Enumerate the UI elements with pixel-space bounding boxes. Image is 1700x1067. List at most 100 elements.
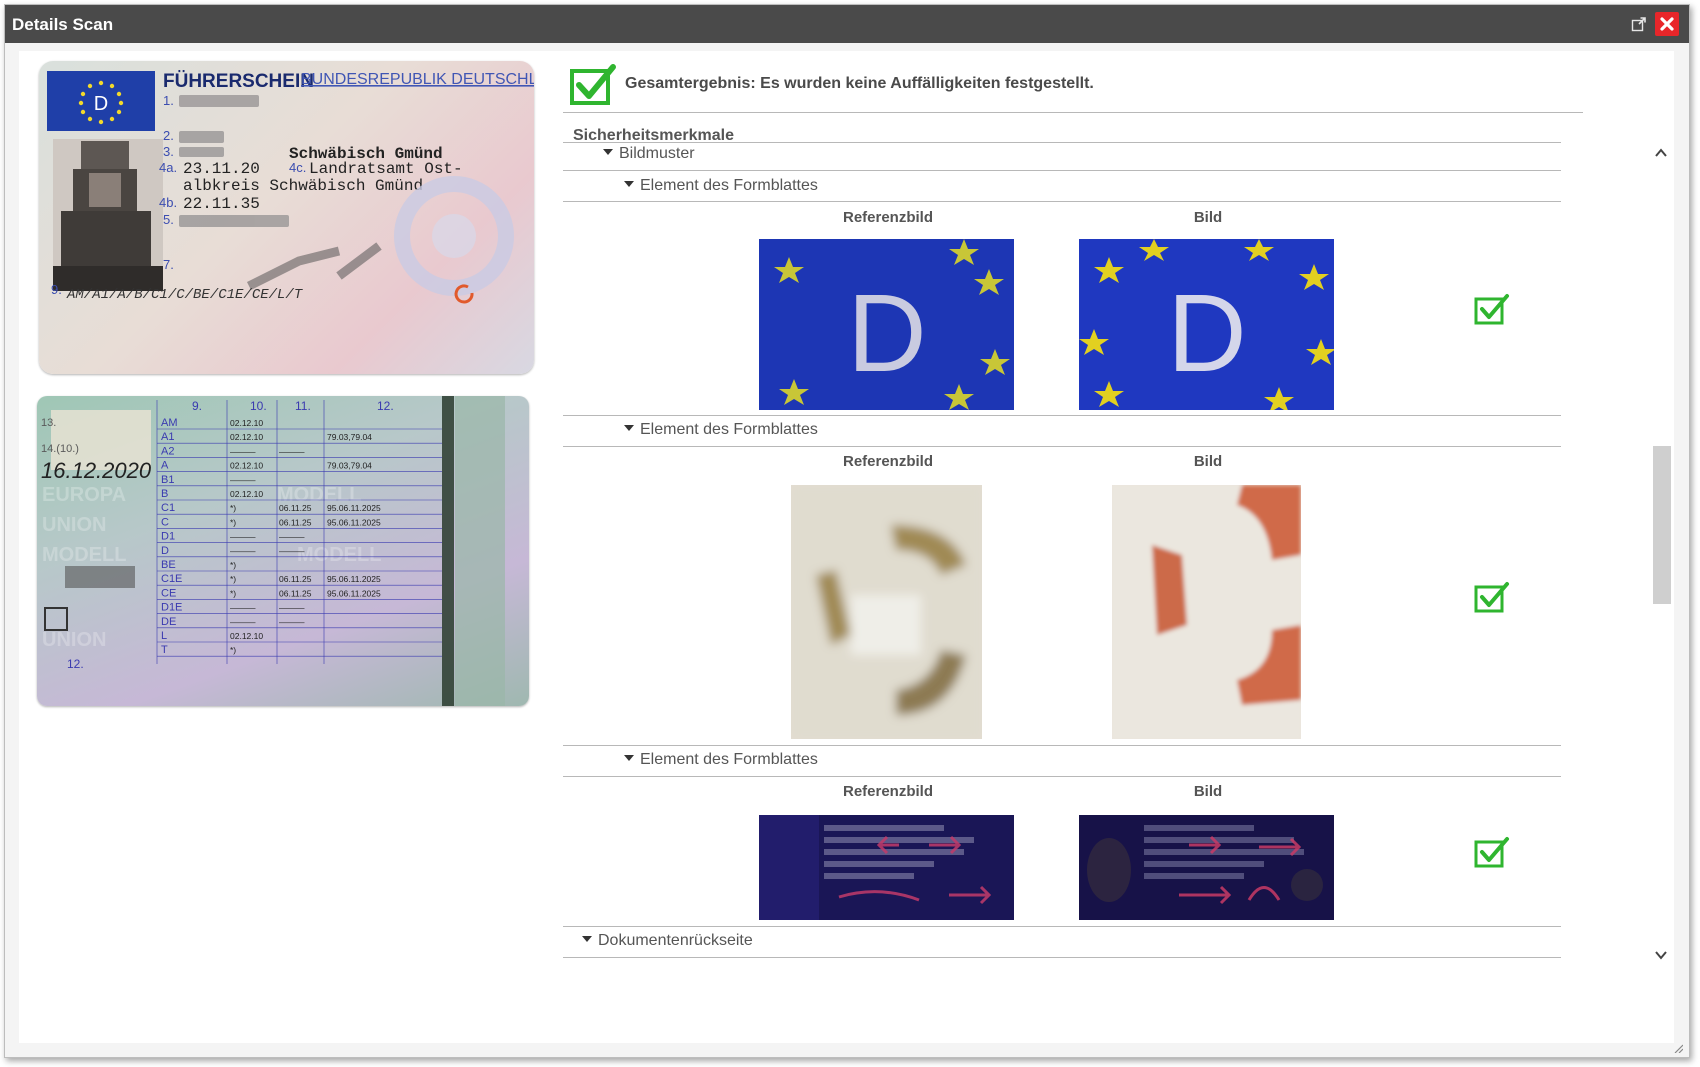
table-cell: ——— [230,603,256,613]
vertical-scrollbar[interactable] [1650,143,1672,1035]
table-cell: D1E [161,602,182,614]
tree-node-element-3[interactable]: Element des Formblattes [624,751,818,769]
svg-text:10.: 10. [250,399,267,413]
table-cell: C [161,516,169,528]
svg-text:12.: 12. [67,657,84,671]
svg-text:9.: 9. [51,282,62,297]
document-back-image: EUROPA UNION MODELL UNION MODELL MODELL 13. … [37,396,529,706]
svg-text:9.: 9. [192,399,202,413]
table-cell: 06.11.25 [279,517,312,527]
table-cell: 02.12.10 [230,489,263,499]
divider [563,415,1561,416]
document-front-image: D FÜHRERSCHEIN BUNDESREPUBLIK DEUTSCHLAN… [39,61,534,374]
tree-node-element-2[interactable]: Element des Formblattes [624,421,818,439]
close-icon [1660,17,1674,31]
reference-image-label: Referenzbild [842,209,933,226]
table-cell: 95.06.11.2025 [327,517,381,527]
table-cell: 79.03,79.04 [327,432,372,442]
table-cell: T [161,644,168,656]
svg-text:EUROPA: EUROPA [42,484,126,506]
table-cell: C1E [161,573,182,585]
table-cell: ——— [230,475,256,485]
table-cell: ——— [230,446,256,456]
table-cell: ——— [279,546,305,556]
table-cell: A2 [161,445,174,457]
holder-photo [53,139,163,291]
scan-image-label: Bild [1193,453,1223,470]
scroll-down-icon[interactable] [1654,948,1668,962]
svg-text:14.(10.): 14.(10.) [41,443,79,455]
scan-image-2 [1112,485,1301,739]
divider [563,170,1561,171]
svg-text:albkreis Schwäbisch Gmünd: albkreis Schwäbisch Gmünd [183,177,423,195]
svg-text:D: D [847,272,926,395]
country-name: BUNDESREPUBLIK DEUTSCHLAND [301,71,534,88]
table-cell: *) [230,645,236,655]
table-cell: 95.06.11.2025 [327,588,381,598]
table-cell: 06.11.25 [279,503,312,513]
check-ok-icon [1474,582,1509,613]
svg-text:13.: 13. [41,417,56,429]
table-cell: AM [161,417,178,429]
table-cell: D1 [161,531,175,543]
details-scan-window: Details Scan D FÜHRERSCHEIN BUNDESREPUBL… [4,4,1690,1058]
svg-text:4b.: 4b. [159,195,177,210]
divider [563,446,1561,447]
svg-text:11.: 11. [295,399,311,413]
scan-image-label: Bild [1193,209,1223,226]
tree-node-dokumentenrueckseite[interactable]: Dokumentenrückseite [582,932,753,950]
reference-image-3 [759,815,1014,920]
table-cell: 95.06.11.2025 [327,503,381,513]
close-button[interactable] [1655,12,1679,36]
tree-node-element-1[interactable]: Element des Formblattes [624,177,818,195]
svg-text:D: D [1167,272,1246,395]
divider [563,745,1561,746]
reference-image-label: Referenzbild [842,783,933,800]
svg-text:7.: 7. [163,257,174,272]
scan-image-1: D [1079,239,1334,410]
checkbox-checked-icon [570,64,616,105]
table-cell: 02.12.10 [230,432,263,442]
svg-text:UNION: UNION [42,629,106,651]
table-cell: CE [161,587,176,599]
check-ok-icon [1474,294,1509,325]
divider [563,776,1561,777]
scroll-up-icon[interactable] [1654,146,1668,160]
license-heading: FÜHRERSCHEIN [163,71,314,92]
country-code: D [94,93,108,115]
table-cell: DE [161,616,176,628]
table-cell: ——— [230,546,256,556]
table-cell: 06.11.25 [279,588,312,598]
svg-text:2.: 2. [163,128,174,143]
table-cell: 79.03,79.04 [327,461,372,471]
table-cell: L [161,630,167,642]
svg-text:UNION: UNION [42,514,106,536]
table-cell: B1 [161,474,174,486]
table-cell: *) [230,517,236,527]
check-ok-icon [1474,837,1509,868]
popout-icon[interactable] [1631,16,1647,32]
table-cell: A1 [161,431,174,443]
divider [563,142,1561,143]
svg-text:MODELL: MODELL [42,544,126,566]
svg-text:12.: 12. [377,399,394,413]
table-cell: BE [161,559,176,571]
svg-text:MODELL: MODELL [297,544,381,566]
caret-down-icon [624,755,634,761]
caret-down-icon [624,181,634,187]
svg-text:Landratsamt Ost-: Landratsamt Ost- [309,160,463,178]
content-area: D FÜHRERSCHEIN BUNDESREPUBLIK DEUTSCHLAN… [19,51,1674,1043]
resize-grip-icon[interactable] [1673,1043,1683,1053]
divider [563,926,1561,927]
table-cell: 95.06.11.2025 [327,574,381,584]
caret-down-icon [624,425,634,431]
scrollbar-thumb[interactable] [1653,446,1671,604]
svg-text:23.11.20: 23.11.20 [183,160,260,178]
scan-image-3 [1079,815,1334,920]
table-cell: 02.12.10 [230,418,263,428]
svg-text:5.: 5. [163,212,174,227]
caret-down-icon [582,936,592,942]
tree-node-bildmuster[interactable]: Bildmuster [603,145,695,163]
table-cell: ——— [279,603,305,613]
table-cell: *) [230,503,236,513]
